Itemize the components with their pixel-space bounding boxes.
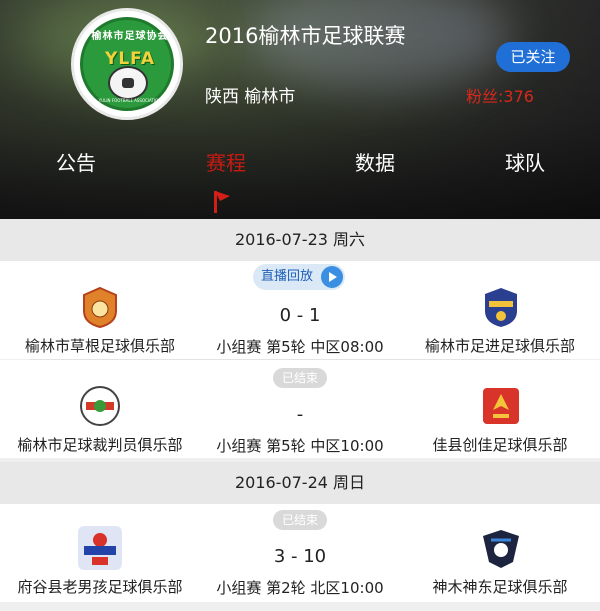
away-team-logo	[479, 526, 523, 570]
match-score: 3 - 10	[273, 546, 327, 567]
home-team-name[interactable]: 府谷县老男孩足球俱乐部	[0, 576, 200, 597]
fans-count: 粉丝:376	[466, 87, 534, 106]
away-team-logo	[479, 285, 523, 329]
match-status-badge: 已结束	[273, 510, 327, 530]
replay-button[interactable]: 直播回放	[253, 264, 345, 290]
league-logo-emblem: 榆林市足球协会 YLFA 2012 YULIN FOOTBALL ASSOCIA…	[80, 17, 174, 111]
tab-bar: 公告 赛程 数据 球队	[0, 147, 600, 179]
play-icon	[321, 266, 343, 288]
league-title: 2016榆林市足球联赛	[205, 24, 406, 48]
logo-ring-text: 榆林市足球协会	[91, 31, 169, 42]
active-tab-flag-icon	[214, 191, 230, 213]
league-location: 陕西 榆林市	[205, 87, 296, 107]
home-team-logo	[78, 285, 122, 329]
tab-teams[interactable]: 球队	[475, 147, 575, 176]
match-round-info: 小组赛 第2轮 北区10:00	[216, 579, 384, 597]
match-card[interactable]: 已结束 榆林市足球裁判员俱乐部 - 小组赛 第5轮 中区10:00 佳县创佳足球…	[0, 360, 600, 458]
away-team-name[interactable]: 神木神东足球俱乐部	[400, 576, 600, 597]
away-team-name[interactable]: 榆林市足进足球俱乐部	[400, 335, 600, 356]
home-team-logo	[78, 526, 122, 570]
date-header: 2016-07-23 周六	[0, 219, 600, 261]
match-status-badge: 已结束	[273, 368, 327, 388]
tab-announcement[interactable]: 公告	[26, 147, 126, 176]
logo-bottom-text: YULIN FOOTBALL ASSOCIATION	[98, 98, 162, 103]
league-logo: 榆林市足球协会 YLFA 2012 YULIN FOOTBALL ASSOCIA…	[71, 8, 183, 120]
home-team-logo	[78, 384, 122, 428]
match-score: 0 - 1	[279, 305, 321, 326]
follow-button[interactable]: 已关注	[496, 42, 570, 72]
match-card[interactable]: 直播回放 榆林市草根足球俱乐部 0 - 1 小组赛 第5轮 中区08:00 榆林…	[0, 261, 600, 359]
date-header: 2016-07-24 周日	[0, 462, 600, 504]
logo-year: 2012	[123, 71, 137, 77]
replay-label: 直播回放	[261, 269, 314, 284]
tab-schedule[interactable]: 赛程	[176, 147, 276, 176]
match-card[interactable]: 已结束 府谷县老男孩足球俱乐部 3 - 10 小组赛 第2轮 北区10:00 神…	[0, 504, 600, 602]
match-round-info: 小组赛 第5轮 中区08:00	[216, 338, 384, 356]
away-team-name[interactable]: 佳县创佳足球俱乐部	[400, 434, 600, 455]
tab-stats[interactable]: 数据	[325, 147, 425, 176]
away-team-logo	[479, 384, 523, 428]
match-round-info: 小组赛 第5轮 中区10:00	[216, 437, 384, 455]
match-score: -	[296, 404, 304, 425]
home-team-name[interactable]: 榆林市足球裁判员俱乐部	[0, 434, 200, 455]
home-team-name[interactable]: 榆林市草根足球俱乐部	[0, 335, 200, 356]
